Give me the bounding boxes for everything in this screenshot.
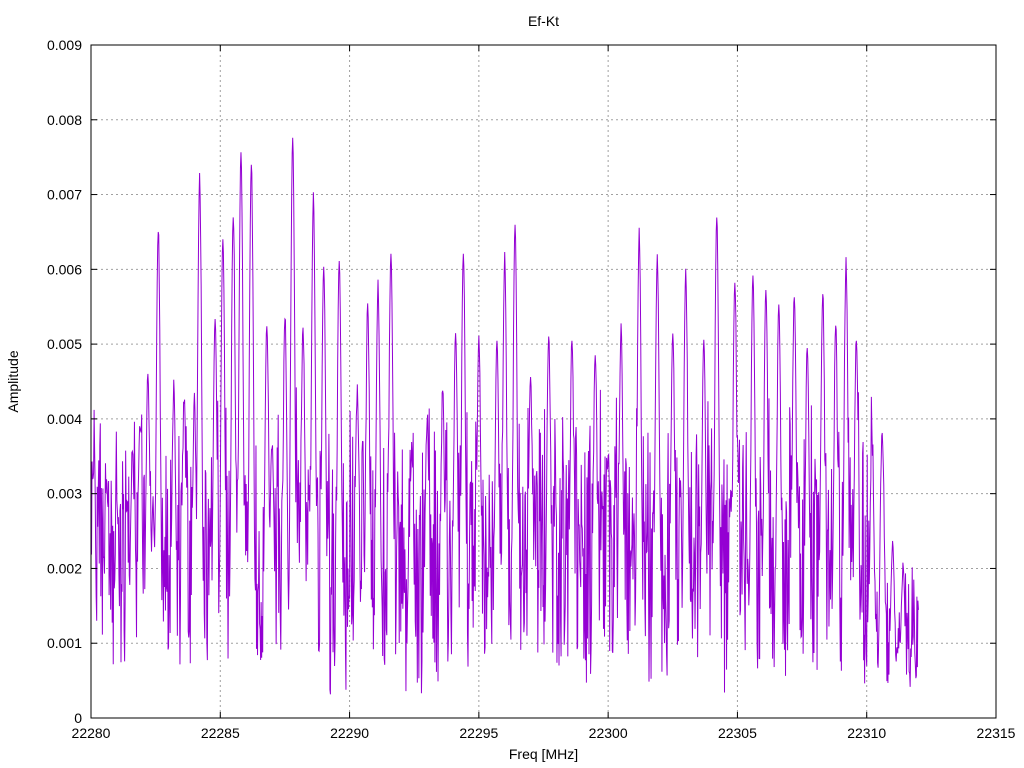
y-tick-label: 0.007 [47, 187, 82, 203]
y-tick-label: 0.009 [47, 37, 82, 53]
x-axis-title: Freq [MHz] [509, 746, 578, 762]
x-tick-label: 22315 [977, 725, 1016, 741]
chart: 22280 22285 22290 22295 22300 22305 22310 22315… [0, 0, 1024, 768]
x-tick-label: 22300 [589, 725, 628, 741]
y-axis-title: Amplitude [5, 350, 21, 412]
y-tick-label: 0.005 [47, 336, 82, 352]
y-tick-label: 0.004 [47, 411, 82, 427]
y-tick-label: 0.003 [47, 486, 82, 502]
x-tick-label: 22285 [201, 725, 240, 741]
x-tick-label: 22280 [72, 725, 111, 741]
x-tick-label: 22305 [718, 725, 757, 741]
chart-background [0, 0, 1024, 768]
x-tick-label: 22290 [330, 725, 369, 741]
chart-title: Ef-Kt [528, 13, 559, 29]
x-tick-label: 22295 [459, 725, 498, 741]
y-tick-label: 0.008 [47, 112, 82, 128]
y-tick-label: 0.002 [47, 560, 82, 576]
y-tick-label: 0.006 [47, 261, 82, 277]
y-tick-label: 0.001 [47, 635, 82, 651]
x-tick-label: 22310 [847, 725, 886, 741]
y-tick-label: 0 [74, 710, 82, 726]
